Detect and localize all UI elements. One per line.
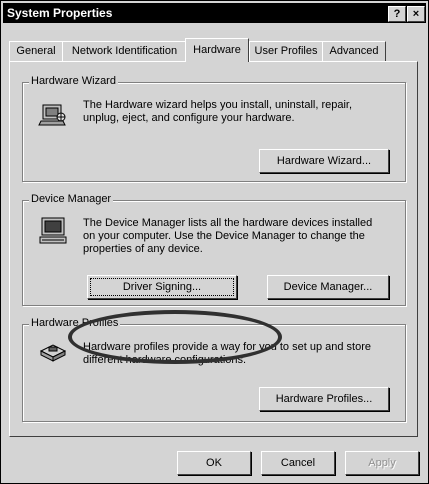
hardware-wizard-icon xyxy=(38,104,66,126)
tab-advanced[interactable]: Advanced xyxy=(322,41,386,61)
tab-network-identification[interactable]: Network Identification xyxy=(62,41,187,61)
hardware-profiles-icon xyxy=(39,344,67,362)
cancel-button[interactable]: Cancel xyxy=(261,451,335,475)
help-button[interactable]: ? xyxy=(388,6,406,22)
tab-hardware[interactable]: Hardware xyxy=(185,38,249,62)
window-title: System Properties xyxy=(7,6,113,20)
device-manager-legend: Device Manager xyxy=(29,193,114,205)
hardware-wizard-button[interactable]: Hardware Wizard... xyxy=(259,149,389,173)
device-manager-group: Device Manager The Device Manager lists … xyxy=(22,193,406,306)
hardware-wizard-description: The Hardware wizard helps you install, u… xyxy=(83,99,353,124)
system-properties-window: System Properties ? × General Network Id… xyxy=(0,0,429,484)
hardware-wizard-group: Hardware Wizard The Hardware wizard help… xyxy=(22,75,406,182)
close-button[interactable]: × xyxy=(407,6,425,22)
driver-signing-button[interactable]: Driver Signing... xyxy=(87,275,237,299)
device-manager-description: The Device Manager lists all the hardwar… xyxy=(83,217,373,255)
device-manager-button[interactable]: Device Manager... xyxy=(267,275,389,299)
hardware-wizard-legend: Hardware Wizard xyxy=(29,75,118,87)
tab-general[interactable]: General xyxy=(9,41,63,61)
hardware-profiles-legend: Hardware Profiles xyxy=(29,317,121,329)
hardware-profiles-button[interactable]: Hardware Profiles... xyxy=(259,387,389,411)
hardware-profiles-group: Hardware Profiles Hardware profiles prov… xyxy=(22,317,406,422)
hardware-profiles-description: Hardware profiles provide a way for you … xyxy=(83,341,371,366)
tab-user-profiles[interactable]: User Profiles xyxy=(249,41,323,61)
apply-button[interactable]: Apply xyxy=(345,451,419,475)
computer-icon xyxy=(39,217,67,244)
title-bar[interactable]: System Properties ? × xyxy=(3,3,426,23)
ok-button[interactable]: OK xyxy=(177,451,251,475)
hardware-tab-panel: Hardware Wizard The Hardware wizard help… xyxy=(9,61,418,437)
